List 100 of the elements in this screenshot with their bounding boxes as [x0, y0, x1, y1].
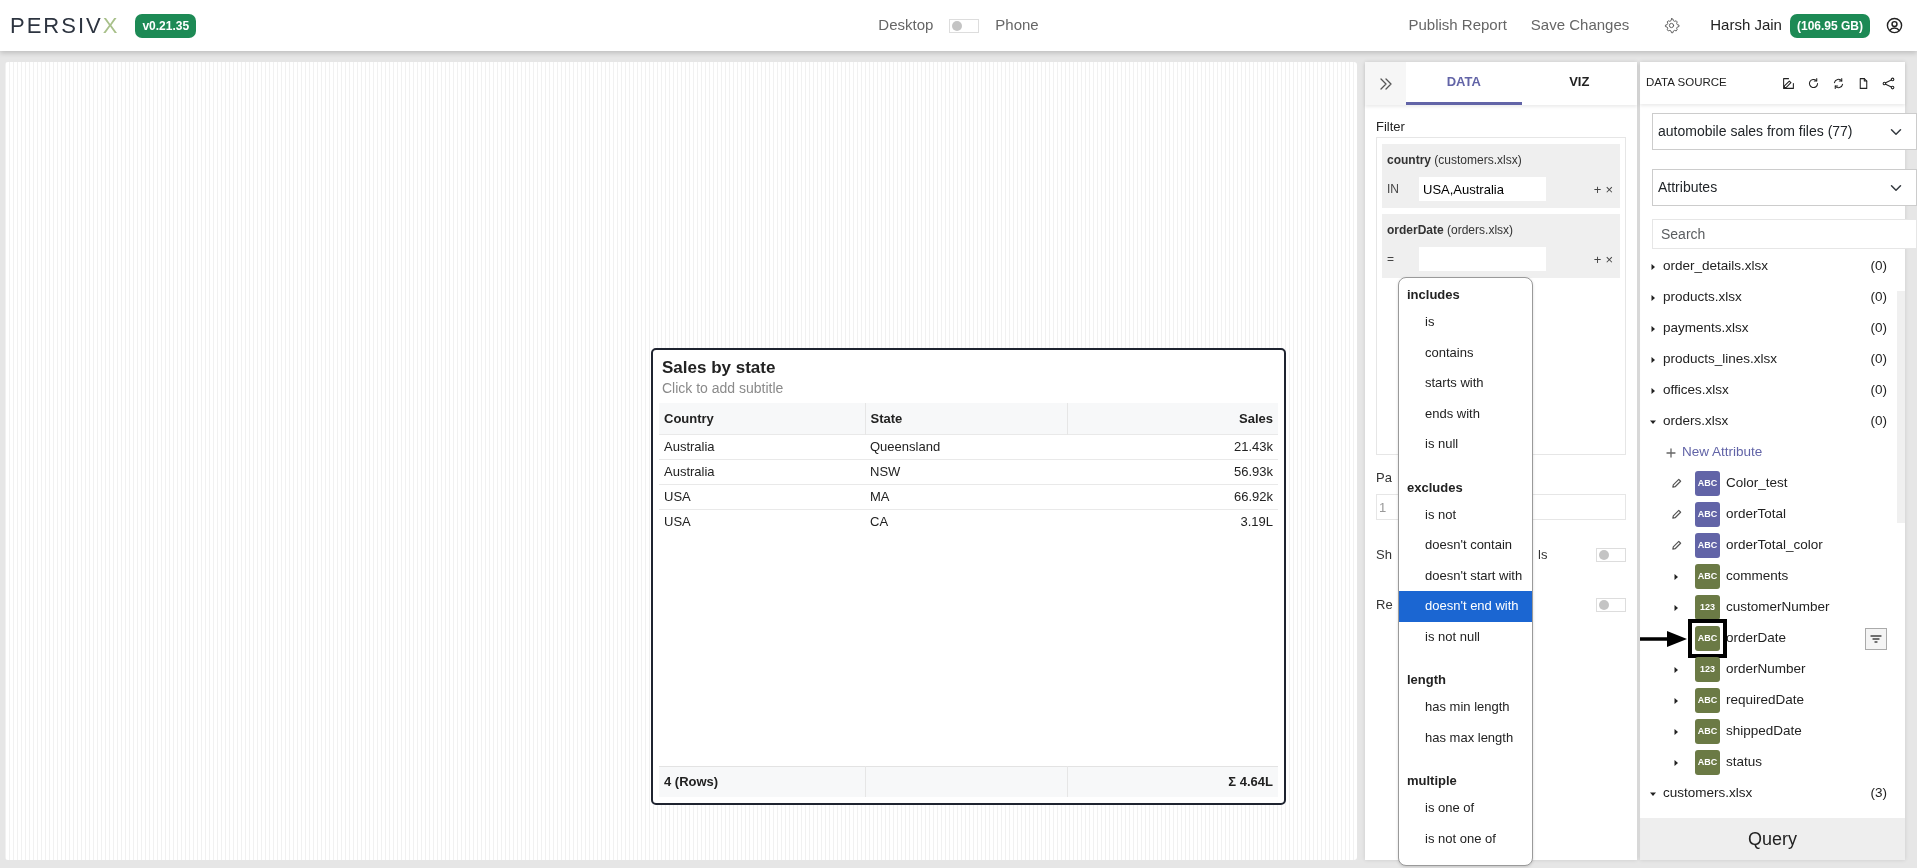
- refresh-icon[interactable]: [1807, 76, 1820, 90]
- sync-icon[interactable]: [1832, 76, 1845, 90]
- filter-button[interactable]: [1865, 627, 1887, 650]
- setting-label: Pa: [1376, 469, 1393, 487]
- filter-action-button[interactable]: ×: [1603, 252, 1615, 266]
- caret-icon[interactable]: [1649, 386, 1657, 395]
- attribute-name[interactable]: status: [1726, 752, 1763, 773]
- attribute-count: (0): [1870, 319, 1887, 338]
- pencil-icon[interactable]: [1670, 540, 1682, 551]
- view-label: Phone: [995, 15, 1039, 36]
- menu-option[interactable]: doesn't contain: [1399, 530, 1532, 561]
- operator-label[interactable]: =: [1387, 250, 1419, 268]
- panel-tab[interactable]: DATA: [1406, 62, 1522, 105]
- menu-option[interactable]: ends with: [1399, 398, 1532, 429]
- user-name: Harsh Jain: [1710, 15, 1782, 36]
- widget-subtitle[interactable]: Click to add subtitle: [659, 379, 1278, 397]
- menu-option[interactable]: is one of: [1399, 793, 1532, 824]
- setting-toggle[interactable]: [1596, 598, 1626, 612]
- file-name[interactable]: products_lines.xlsx: [1663, 349, 1778, 370]
- pencil-icon[interactable]: [1670, 478, 1682, 489]
- type-badge: ABC: [1695, 750, 1720, 775]
- setting-label: ls: [1538, 546, 1548, 565]
- query-button[interactable]: Query: [1640, 818, 1905, 860]
- attribute-count: (0): [1870, 381, 1887, 400]
- menu-group-label: length: [1406, 671, 1447, 689]
- table-cell: USA: [659, 484, 865, 509]
- file-name[interactable]: customers.xlsx: [1663, 783, 1753, 804]
- menu-group-label: excludes: [1406, 478, 1464, 497]
- caret-icon[interactable]: [1672, 696, 1680, 705]
- column-header[interactable]: Country: [659, 403, 865, 434]
- caret-icon[interactable]: [1649, 355, 1657, 364]
- table-cell: 21.43k: [1067, 434, 1278, 459]
- search-field[interactable]: Search: [1652, 219, 1917, 249]
- caret-icon[interactable]: [1672, 758, 1680, 767]
- user-icon[interactable]: [1886, 17, 1903, 34]
- filter-action-button[interactable]: +: [1591, 182, 1604, 196]
- table-cell: 56.93k: [1067, 459, 1278, 484]
- menu-option[interactable]: is: [1399, 307, 1532, 338]
- share-icon[interactable]: [1882, 76, 1895, 90]
- file-name[interactable]: products.xlsx: [1663, 287, 1742, 308]
- filter-action-button[interactable]: ×: [1603, 182, 1615, 196]
- menu-option[interactable]: contains: [1399, 337, 1532, 368]
- new-attribute-link[interactable]: New Attribute: [1682, 442, 1763, 463]
- menu-option[interactable]: is not: [1399, 499, 1532, 530]
- file-name[interactable]: order_details.xlsx: [1663, 256, 1769, 277]
- attribute-name[interactable]: customerNumber: [1726, 597, 1830, 618]
- attribute-count: (3): [1870, 784, 1887, 803]
- file-icon[interactable]: [1857, 76, 1870, 90]
- table-cell: MA: [865, 484, 1067, 509]
- file-name[interactable]: payments.xlsx: [1663, 318, 1749, 339]
- menu-option[interactable]: doesn't end with: [1399, 591, 1532, 622]
- attribute-count: (0): [1870, 288, 1887, 307]
- table-cell: Queensland: [865, 434, 1067, 459]
- caret-icon[interactable]: [1649, 324, 1657, 333]
- menu-option[interactable]: starts with: [1399, 368, 1532, 399]
- caret-icon[interactable]: [1672, 603, 1680, 612]
- scrollbar[interactable]: [1897, 291, 1905, 523]
- view-select[interactable]: Attributes: [1652, 169, 1917, 206]
- view-toggle[interactable]: [949, 18, 980, 33]
- row-count: 4 (Rows): [659, 766, 865, 797]
- settings-icon[interactable]: [1663, 17, 1681, 34]
- attribute-name[interactable]: orderTotal: [1726, 504, 1787, 525]
- column-header[interactable]: Sales: [1067, 403, 1278, 434]
- operator-label[interactable]: IN: [1387, 180, 1419, 198]
- view-label: Desktop: [878, 15, 934, 36]
- attribute-name[interactable]: orderDate: [1726, 628, 1787, 649]
- source-select[interactable]: automobile sales from files (77): [1652, 113, 1917, 150]
- caret-icon[interactable]: [1672, 665, 1680, 674]
- attribute-name[interactable]: shippedDate: [1726, 721, 1802, 742]
- filter-value-input[interactable]: USA,Australia: [1419, 177, 1546, 201]
- header-link[interactable]: Publish Report: [1408, 14, 1507, 37]
- menu-option[interactable]: has min length: [1399, 692, 1532, 723]
- caret-icon[interactable]: [1649, 262, 1657, 271]
- attribute-name[interactable]: orderTotal_color: [1726, 535, 1823, 556]
- edit-icon[interactable]: [1782, 76, 1795, 90]
- attribute-name[interactable]: requiredDate: [1726, 690, 1805, 711]
- attribute-name[interactable]: comments: [1726, 566, 1789, 587]
- setting-toggle[interactable]: [1596, 548, 1626, 562]
- menu-option[interactable]: is not one of: [1399, 823, 1532, 854]
- filter-action-button[interactable]: +: [1591, 252, 1604, 266]
- attribute-name[interactable]: orderNumber: [1726, 659, 1806, 680]
- panel-tab[interactable]: VIZ: [1521, 62, 1637, 105]
- pencil-icon[interactable]: [1670, 509, 1682, 520]
- plus-icon[interactable]: [1666, 447, 1676, 458]
- caret-icon[interactable]: [1672, 727, 1680, 736]
- attribute-name[interactable]: Color_test: [1726, 473, 1788, 494]
- caret-icon[interactable]: [1672, 572, 1680, 581]
- type-badge: ABC: [1695, 471, 1720, 496]
- table-cell: 3.19L: [1067, 509, 1278, 534]
- menu-option[interactable]: has max length: [1399, 722, 1532, 753]
- menu-option[interactable]: is null: [1399, 429, 1532, 460]
- file-name[interactable]: offices.xlsx: [1663, 380, 1729, 401]
- header-link[interactable]: Save Changes: [1530, 14, 1630, 37]
- file-name[interactable]: orders.xlsx: [1663, 411, 1729, 432]
- section-label: Filter: [1376, 118, 1406, 136]
- column-header[interactable]: State: [865, 403, 1067, 434]
- caret-icon[interactable]: [1649, 293, 1657, 302]
- menu-option[interactable]: doesn't start with: [1399, 560, 1532, 591]
- menu-option[interactable]: is not null: [1399, 621, 1532, 652]
- widget-title: Sales by state: [661, 357, 777, 379]
